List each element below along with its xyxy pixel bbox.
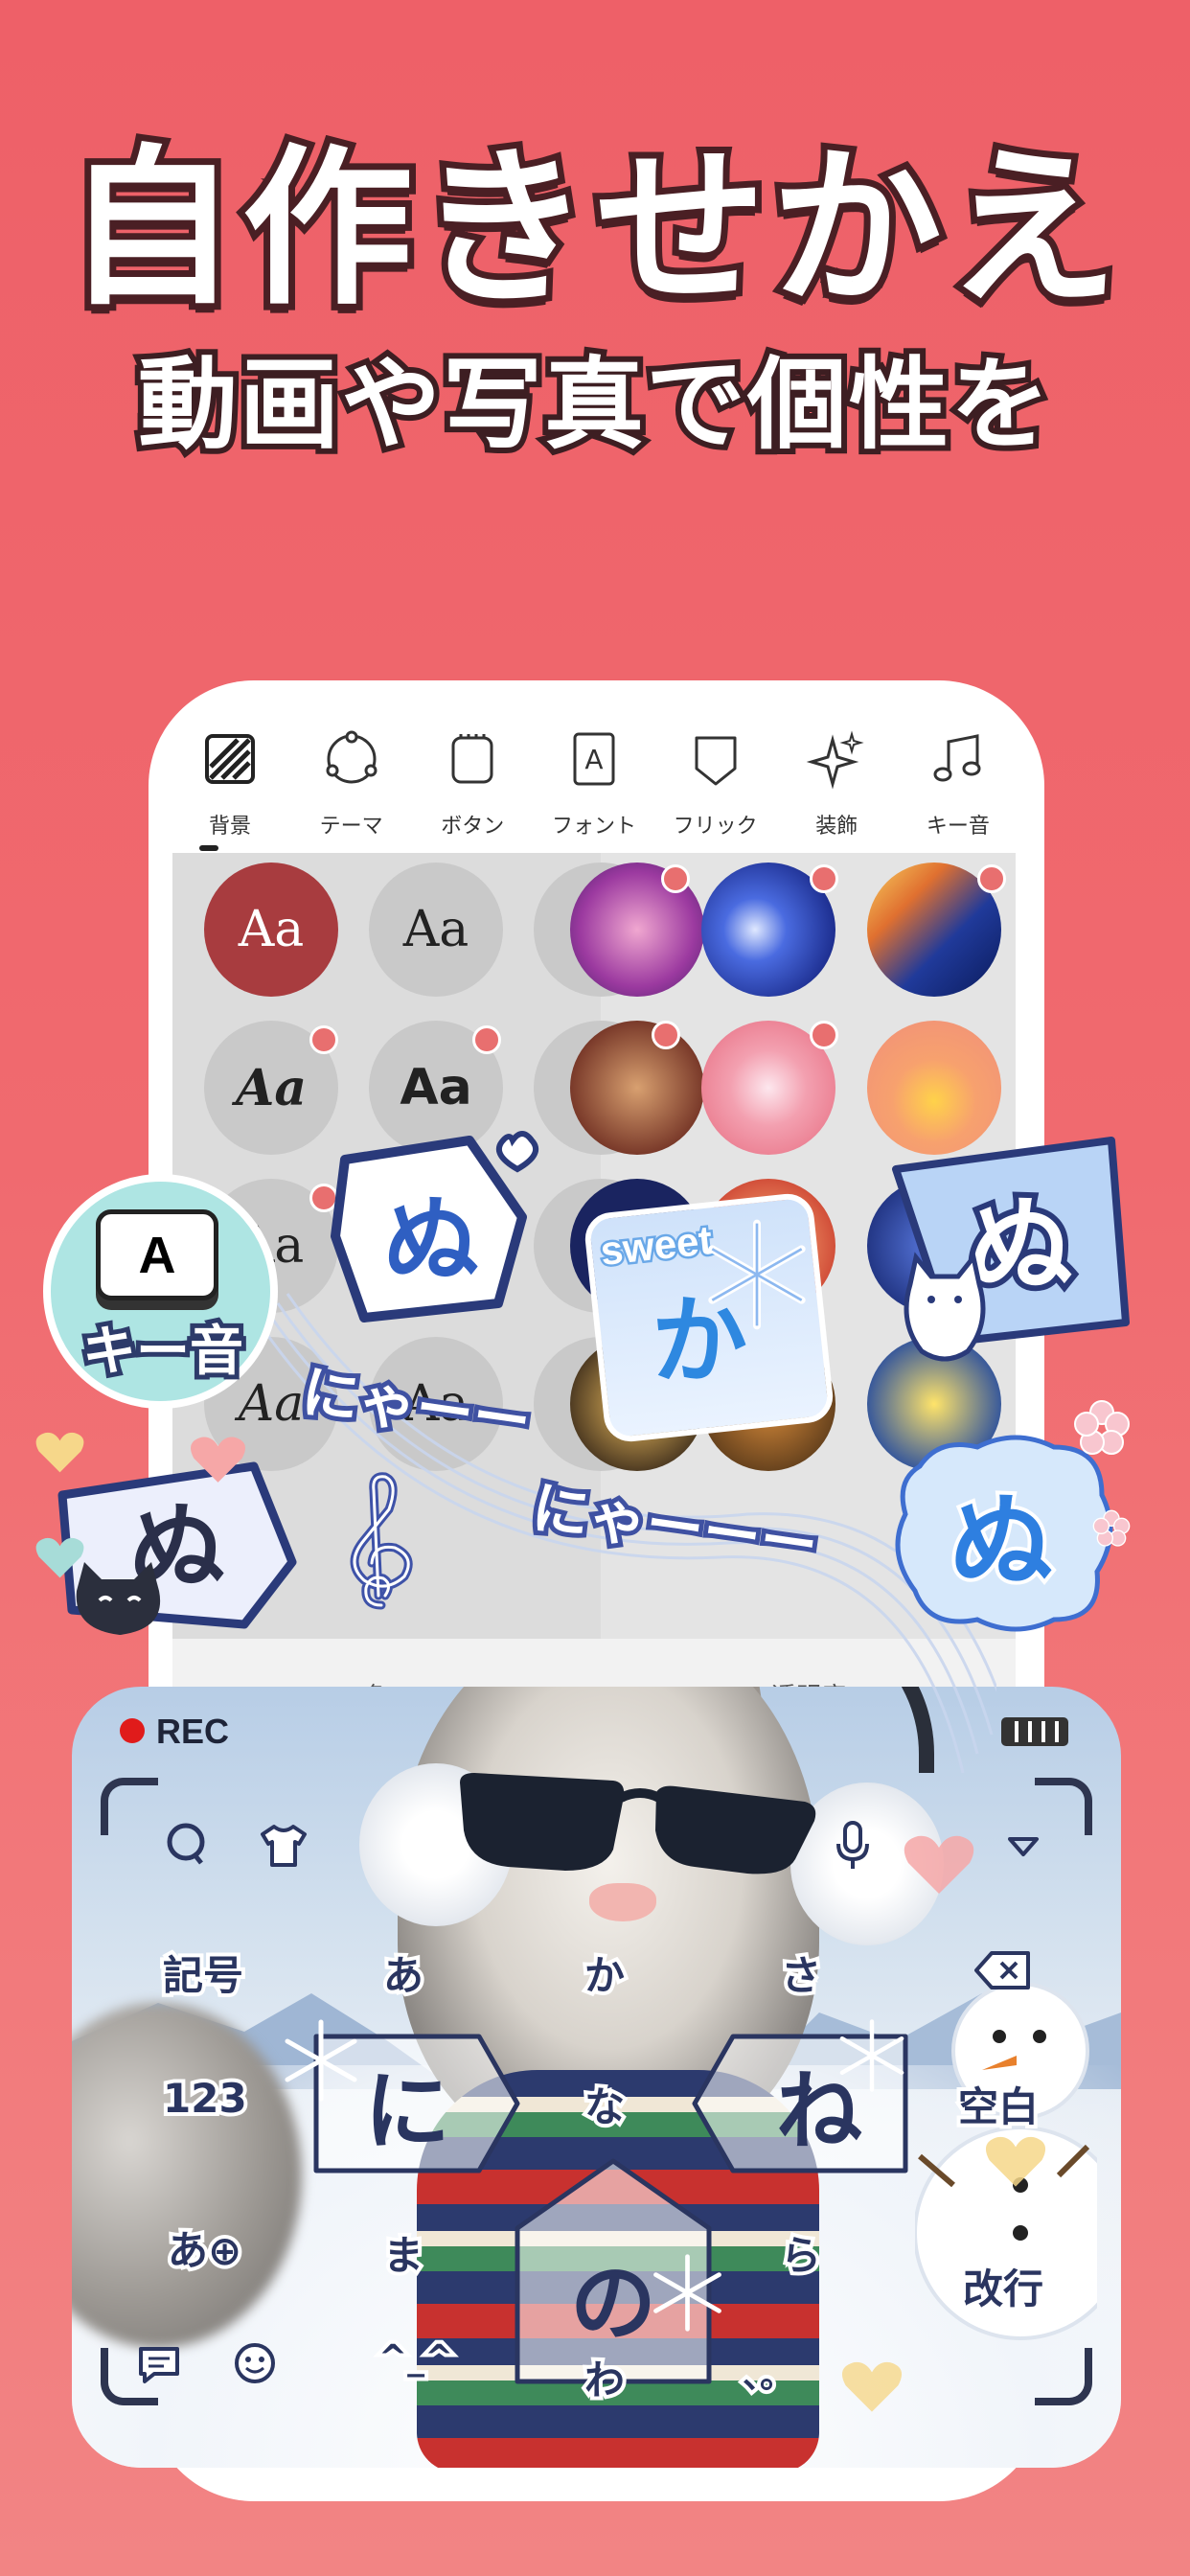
tab-active-indicator bbox=[199, 845, 218, 851]
numbers-key[interactable]: 123 bbox=[159, 2071, 251, 2126]
key-sound-label: キー音 bbox=[78, 1316, 248, 1388]
font-option-cell[interactable]: Aa bbox=[369, 862, 503, 997]
font-option-cell[interactable]: Aa bbox=[204, 862, 338, 997]
keyboard-preview-card: REC 記号 あ か さ 123 に な ね 空白 あ⊕ ま の ら 改行 ^_… bbox=[72, 1687, 1121, 2468]
tab-label: フリック bbox=[673, 815, 758, 839]
nu-sticker-char: ぬ bbox=[383, 1184, 479, 1297]
sparkle-icon bbox=[806, 730, 864, 790]
key-ma[interactable]: ま bbox=[379, 2223, 427, 2283]
flick-shape-icon bbox=[695, 736, 737, 786]
key-wa[interactable]: わ bbox=[581, 2348, 629, 2407]
headline-title: 自作きせかえ bbox=[59, 129, 1125, 328]
space-key[interactable]: 空白 bbox=[954, 2075, 1042, 2134]
tab-button[interactable]: ボタン bbox=[415, 728, 530, 862]
kana-switch-key[interactable]: あ⊕ bbox=[164, 2219, 245, 2278]
button-icon bbox=[451, 734, 493, 784]
editor-tab-bar: 背景 テーマ ボタン A フォント フリック 装飾 キー音 bbox=[172, 728, 1016, 862]
key-na[interactable]: な bbox=[581, 2075, 629, 2134]
tab-key-sound[interactable]: キー音 bbox=[901, 728, 1016, 862]
cat-nose bbox=[589, 1883, 656, 1921]
key-a[interactable]: あ bbox=[379, 1944, 427, 2003]
collapse-down-icon[interactable] bbox=[1006, 1835, 1041, 1858]
battery-icon bbox=[1001, 1717, 1068, 1746]
search-bubble-icon[interactable] bbox=[163, 1821, 211, 1869]
heart-icon bbox=[35, 1537, 84, 1578]
snowflake-icon bbox=[839, 2019, 904, 2092]
tab-label: 装飾 bbox=[815, 815, 858, 839]
share-nodes-icon bbox=[326, 730, 378, 784]
tab-label: フォント bbox=[551, 815, 636, 839]
symbols-key[interactable]: 記号 bbox=[159, 1944, 247, 2003]
svg-text:A: A bbox=[584, 744, 603, 775]
sakura-icon bbox=[1074, 1400, 1130, 1455]
snowflake-icon bbox=[708, 1219, 806, 1330]
snowflake-icon bbox=[285, 2019, 357, 2102]
heart-icon bbox=[191, 1437, 245, 1483]
tab-label: 背景 bbox=[208, 815, 251, 839]
sunglasses bbox=[460, 1773, 816, 1874]
enter-key[interactable]: 改行 bbox=[959, 2257, 1047, 2316]
premium-badge-icon bbox=[309, 1025, 338, 1054]
tab-label: キー音 bbox=[926, 815, 990, 839]
font-icon: A bbox=[573, 732, 615, 786]
shirt-icon[interactable] bbox=[259, 1823, 309, 1869]
tab-label: テーマ bbox=[319, 815, 383, 839]
snowflake-icon bbox=[653, 2254, 721, 2332]
tab-theme[interactable]: テーマ bbox=[294, 728, 409, 862]
record-dot-icon bbox=[120, 1718, 145, 1743]
cat-illustration bbox=[904, 1252, 986, 1362]
key-ra[interactable]: ら bbox=[777, 2223, 825, 2283]
tab-background[interactable]: 背景 bbox=[172, 728, 287, 862]
key-ka[interactable]: か bbox=[581, 1944, 629, 2003]
heart-icon bbox=[841, 2361, 903, 2412]
premium-badge-icon bbox=[810, 864, 838, 893]
nu-cloud-sticker-char: ぬ bbox=[946, 1479, 1057, 1606]
tab-decoration[interactable]: 装飾 bbox=[779, 728, 894, 862]
heart-icon bbox=[904, 1835, 974, 1894]
punctuation-key[interactable]: 、。 bbox=[739, 2348, 798, 2400]
treble-clef-icon bbox=[350, 1472, 413, 1610]
chat-icon[interactable] bbox=[137, 2343, 181, 2385]
heart-icon bbox=[35, 1432, 84, 1473]
microphone-icon[interactable] bbox=[834, 1819, 872, 1873]
premium-badge-icon bbox=[977, 864, 1006, 893]
viewfinder-corner bbox=[1035, 1778, 1092, 1835]
viewfinder-corner bbox=[1035, 2348, 1092, 2405]
kaomoji-key[interactable]: ^_^ bbox=[375, 2334, 457, 2381]
heart-icon bbox=[985, 2136, 1046, 2187]
premium-badge-icon bbox=[661, 864, 690, 893]
music-note-icon bbox=[933, 734, 981, 782]
rec-label: REC bbox=[156, 1712, 230, 1751]
emoji-icon[interactable] bbox=[233, 2341, 277, 2385]
tab-label: ボタン bbox=[441, 815, 505, 839]
key-sa[interactable]: さ bbox=[777, 1944, 825, 2003]
hatched-square-icon bbox=[205, 734, 255, 784]
premium-badge-icon bbox=[652, 1021, 680, 1049]
tab-font[interactable]: A フォント bbox=[537, 728, 652, 862]
premium-badge-icon bbox=[810, 1021, 838, 1049]
background-option-cell[interactable] bbox=[570, 1021, 704, 1155]
headline-subtitle: 動画や写真で個性を bbox=[132, 346, 1056, 463]
viewfinder-corner bbox=[101, 1778, 158, 1835]
tab-flick[interactable]: フリック bbox=[658, 728, 773, 862]
premium-badge-icon bbox=[472, 1025, 501, 1054]
keycap-icon: A bbox=[96, 1209, 218, 1300]
backspace-icon[interactable] bbox=[973, 1947, 1034, 1993]
sakura-icon bbox=[1092, 1509, 1131, 1547]
